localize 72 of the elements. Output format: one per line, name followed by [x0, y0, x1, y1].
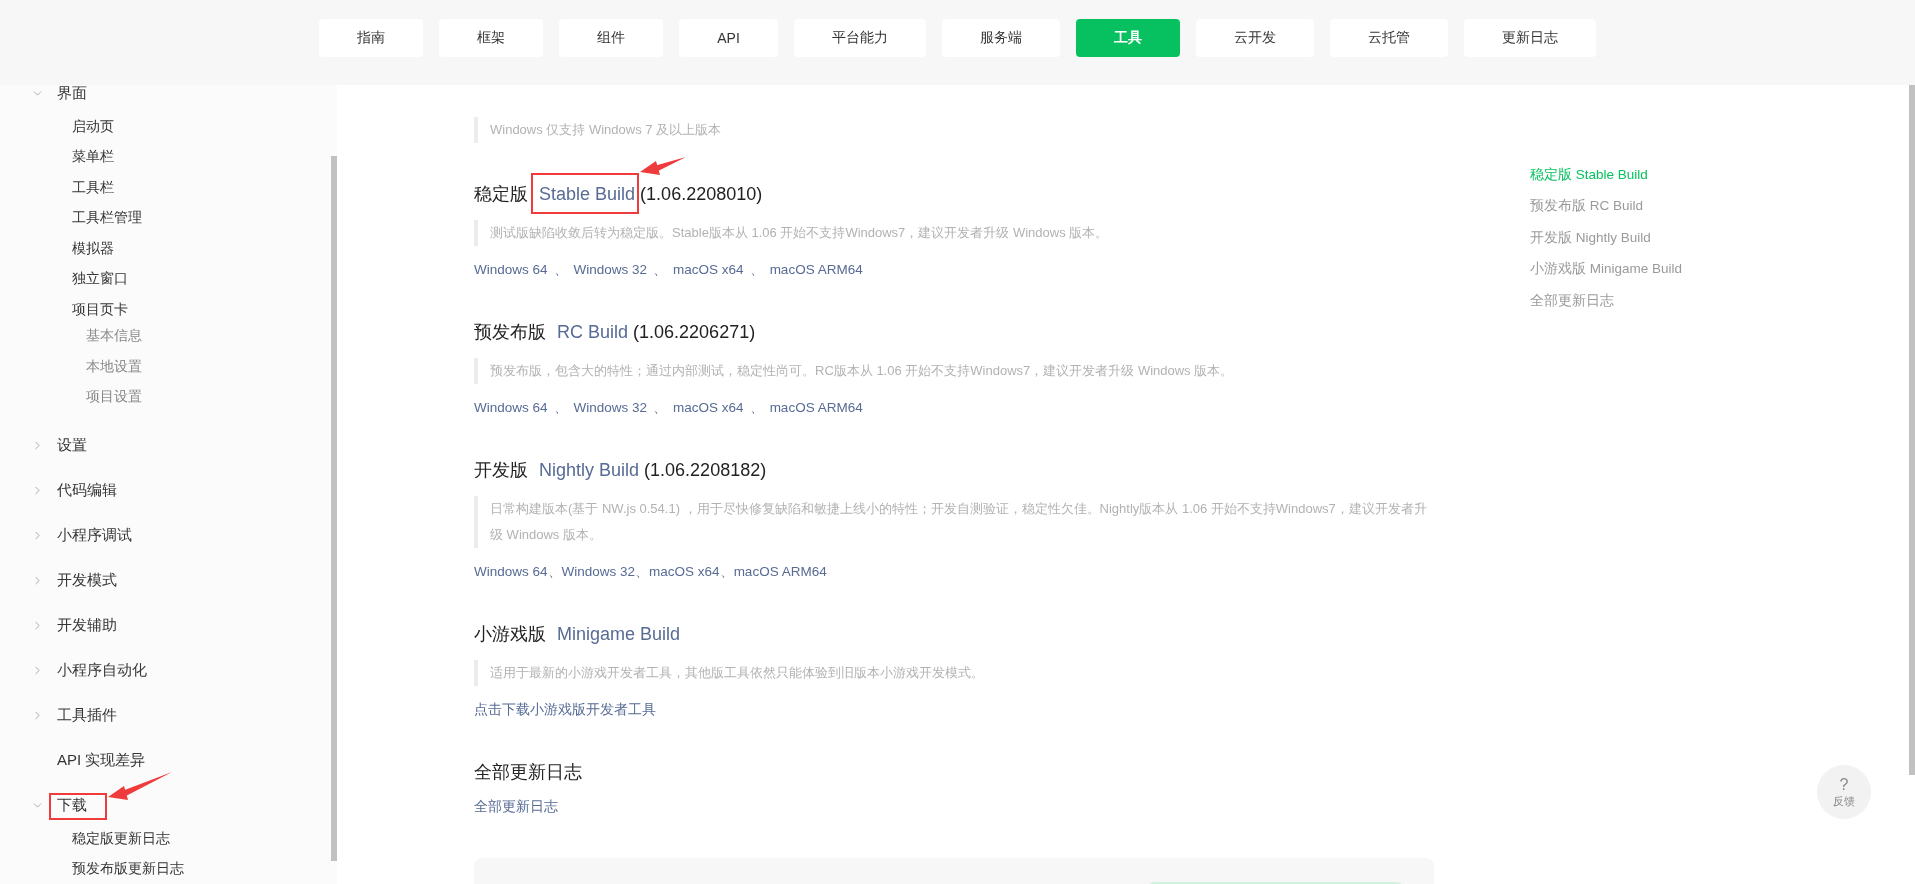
sidebar-item[interactable]: 工具插件 [57, 705, 117, 725]
sidebar-item[interactable]: 设置 [57, 435, 87, 455]
separator-text: 、 [652, 399, 669, 417]
build-link[interactable]: Nightly Build [539, 460, 640, 480]
download-link[interactable]: macOS ARM64 [769, 397, 863, 419]
sidebar-item[interactable]: 界面 [57, 85, 87, 103]
build-link[interactable]: Minigame Build [557, 624, 681, 644]
sidebar-item[interactable]: 工具栏 [72, 178, 114, 197]
sidebar-item[interactable]: 项目设置 [86, 388, 142, 407]
nav-tab[interactable]: 组件 [559, 19, 664, 57]
annotation-arrow [640, 157, 687, 175]
sidebar-item[interactable]: 菜单栏 [72, 148, 114, 167]
build-link[interactable]: Stable Build [539, 184, 636, 204]
section-heading: 预发布版 RC Build (1.06.2206271) [474, 321, 757, 344]
sidebar-item[interactable]: 启动页 [72, 117, 114, 136]
nav-tab[interactable]: 框架 [439, 19, 544, 57]
build-link[interactable]: RC Build [557, 322, 629, 342]
download-link[interactable]: macOS x64 [673, 259, 744, 281]
separator-text: 、 [748, 399, 765, 417]
download-link[interactable]: 点击下载小游戏版开发者工具 [474, 699, 656, 721]
nav-tab[interactable]: 云开发 [1195, 19, 1314, 57]
separator-text: 、 [652, 261, 669, 279]
separator-text: 、 [552, 399, 569, 417]
note-text: 日常构建版本(基于 NW.js 0.54.1) ，用于尽快修复缺陷和敏捷上线小的特性；开发自测验证，稳定性欠佳。Nightly版本从 1.06 开始不支持Windows7，建议开发者升级 Windows 版本。 [474, 496, 1434, 548]
download-link[interactable]: macOS ARM64 [733, 561, 827, 583]
sidebar-item[interactable]: 代码编辑 [57, 480, 117, 500]
sidebar-item[interactable]: 小程序自动化 [57, 660, 147, 680]
download-link[interactable]: Windows 32 [573, 259, 648, 281]
sidebar-item[interactable]: 独立窗口 [72, 270, 128, 289]
annotation-arrow [108, 771, 172, 800]
download-link[interactable]: Windows 32 [573, 397, 648, 419]
nav-tab[interactable]: API [679, 19, 778, 57]
note-text: 适用于最新的小游戏开发者工具，其他版工具依然只能体验到旧版本小游戏开发模式。 [474, 660, 1434, 686]
sidebar-item[interactable]: 开发模式 [57, 570, 117, 590]
download-link[interactable]: 全部更新日志 [474, 796, 558, 818]
download-link[interactable]: Windows 64 [474, 397, 548, 419]
sidebar-item[interactable]: 预发布版更新日志 [72, 860, 184, 879]
download-link[interactable]: macOS ARM64 [769, 259, 863, 281]
nav-tab[interactable]: 云托管 [1329, 19, 1448, 57]
note-text: 预发布版，包含大的特性；通过内部测试，稳定性尚可。RC版本从 1.06 开始不支持Windows7，建议开发者升级 Windows 版本。 [474, 358, 1434, 384]
note-text: 测试版缺陷收敛后转为稳定版。Stable版本从 1.06 开始不支持Windows7，建议开发者升级 Windows 版本。 [474, 220, 1434, 246]
nav-tab[interactable]: 服务端 [941, 19, 1060, 57]
sidebar-item[interactable]: 工具栏管理 [72, 209, 142, 228]
download-link[interactable]: Windows 32 [561, 561, 636, 583]
note-text: Windows 仅支持 Windows 7 及以上版本 [474, 117, 1434, 143]
sidebar-item[interactable]: 基本信息 [86, 327, 142, 346]
separator-text: 、 [748, 261, 765, 279]
sidebar-item[interactable]: 下载 [57, 795, 87, 815]
section-heading: 全部更新日志 [474, 761, 583, 784]
sidebar-item[interactable]: 本地设置 [86, 357, 142, 376]
section-heading: 小游戏版 Minigame Build [474, 623, 682, 646]
sidebar-item[interactable]: 小程序调试 [57, 525, 132, 545]
sidebar-item[interactable]: 模拟器 [72, 239, 114, 258]
separator-text: 、 [635, 563, 650, 581]
nav-tab[interactable]: 更新日志 [1463, 19, 1596, 57]
download-link[interactable]: macOS x64 [649, 561, 720, 583]
separator-text: 、 [547, 563, 562, 581]
download-link[interactable]: Windows 64 [474, 259, 548, 281]
section-heading: 稳定版 Stable Build (1.06.2208010) [474, 181, 1434, 207]
sidebar-item[interactable]: 开发辅助 [57, 615, 117, 635]
separator-text: 、 [719, 563, 734, 581]
sidebar-item[interactable]: API 实现差异 [57, 750, 146, 770]
separator-text: 、 [552, 261, 569, 279]
scrollbar-thumb[interactable] [331, 156, 337, 861]
section-heading: 开发版 Nightly Build (1.06.2208182) [474, 459, 768, 482]
sidebar-item[interactable]: 项目页卡 [72, 300, 128, 319]
nav-tab[interactable]: 指南 [319, 19, 424, 57]
download-link[interactable]: macOS x64 [673, 397, 744, 419]
scrollbar-thumb[interactable] [1909, 85, 1915, 775]
sidebar-item[interactable]: 稳定版更新日志 [72, 829, 170, 848]
nav-tab[interactable]: 平台能力 [793, 19, 926, 57]
download-link[interactable]: Windows 64 [474, 561, 548, 583]
